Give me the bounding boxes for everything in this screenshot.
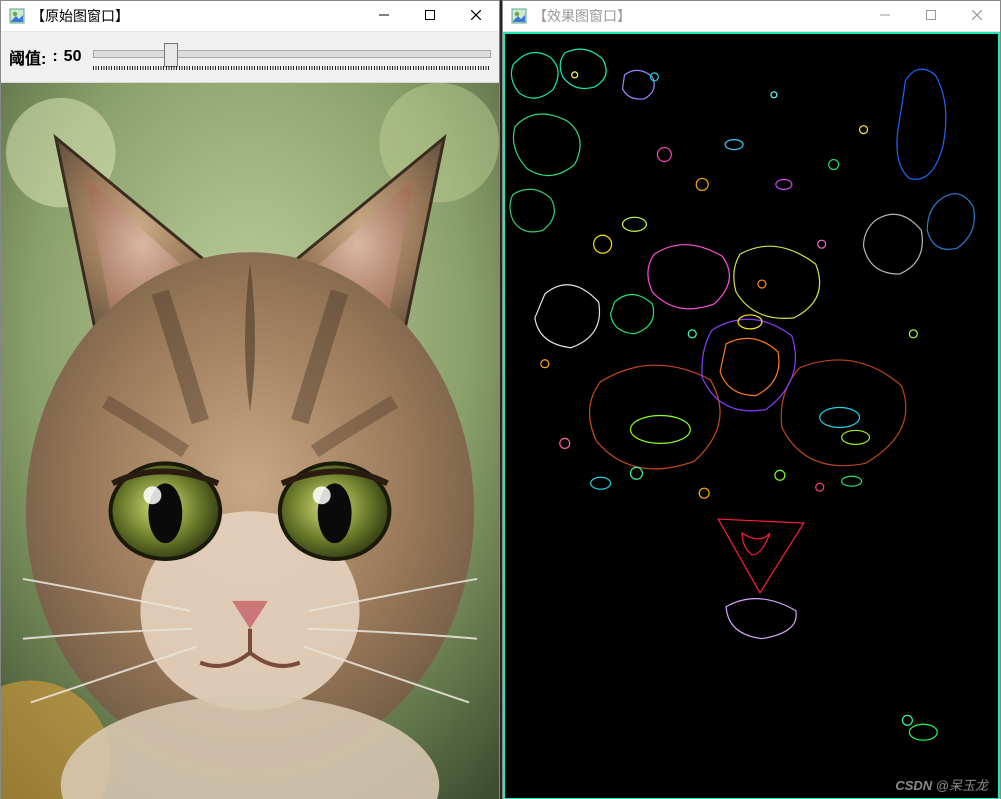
close-icon [471, 7, 481, 25]
original-image-area [1, 83, 499, 799]
close-button[interactable] [453, 1, 499, 31]
window-original: 【原始图窗口】 阈值: : 50 [0, 0, 500, 799]
app-icon [511, 8, 527, 24]
minimize-button[interactable] [862, 1, 908, 31]
window-controls-original [361, 1, 499, 31]
slider-ticks [93, 66, 491, 70]
watermark-site: CSDN [895, 778, 932, 793]
title-original: 【原始图窗口】 [31, 6, 361, 26]
window-controls-result [862, 1, 1000, 31]
original-image [1, 83, 499, 799]
trackbar-value: 50 [64, 48, 82, 66]
titlebar-result[interactable]: 【效果图窗口】 [503, 1, 1000, 32]
trackbar-label: 阈值: [9, 45, 46, 69]
maximize-button[interactable] [908, 1, 954, 31]
threshold-trackbar: 阈值: : 50 [1, 32, 499, 83]
watermark-author: 呆玉龙 [949, 778, 988, 793]
maximize-icon [425, 7, 435, 25]
close-icon [972, 7, 982, 25]
watermark-at: @ [936, 778, 949, 793]
title-result: 【效果图窗口】 [533, 6, 862, 26]
app-icon [9, 8, 25, 24]
cat-illustration [1, 83, 499, 799]
window-result: 【效果图窗口】 [502, 0, 1001, 799]
slider-track [93, 50, 491, 58]
result-image-area: CSDN @呆玉龙 [503, 32, 1000, 799]
minimize-button[interactable] [361, 1, 407, 31]
threshold-slider[interactable] [93, 40, 491, 74]
close-button[interactable] [954, 1, 1000, 31]
watermark: CSDN @呆玉龙 [895, 775, 988, 794]
trackbar-label-sep: : [52, 48, 57, 66]
minimize-icon [880, 7, 890, 25]
minimize-icon [379, 7, 389, 25]
result-image: CSDN @呆玉龙 [503, 32, 1000, 799]
slider-thumb[interactable] [164, 43, 178, 67]
maximize-icon [926, 7, 936, 25]
desktop: 【原始图窗口】 阈值: : 50 [0, 0, 1001, 799]
contour-canvas [505, 34, 998, 798]
titlebar-original[interactable]: 【原始图窗口】 [1, 1, 499, 32]
maximize-button[interactable] [407, 1, 453, 31]
